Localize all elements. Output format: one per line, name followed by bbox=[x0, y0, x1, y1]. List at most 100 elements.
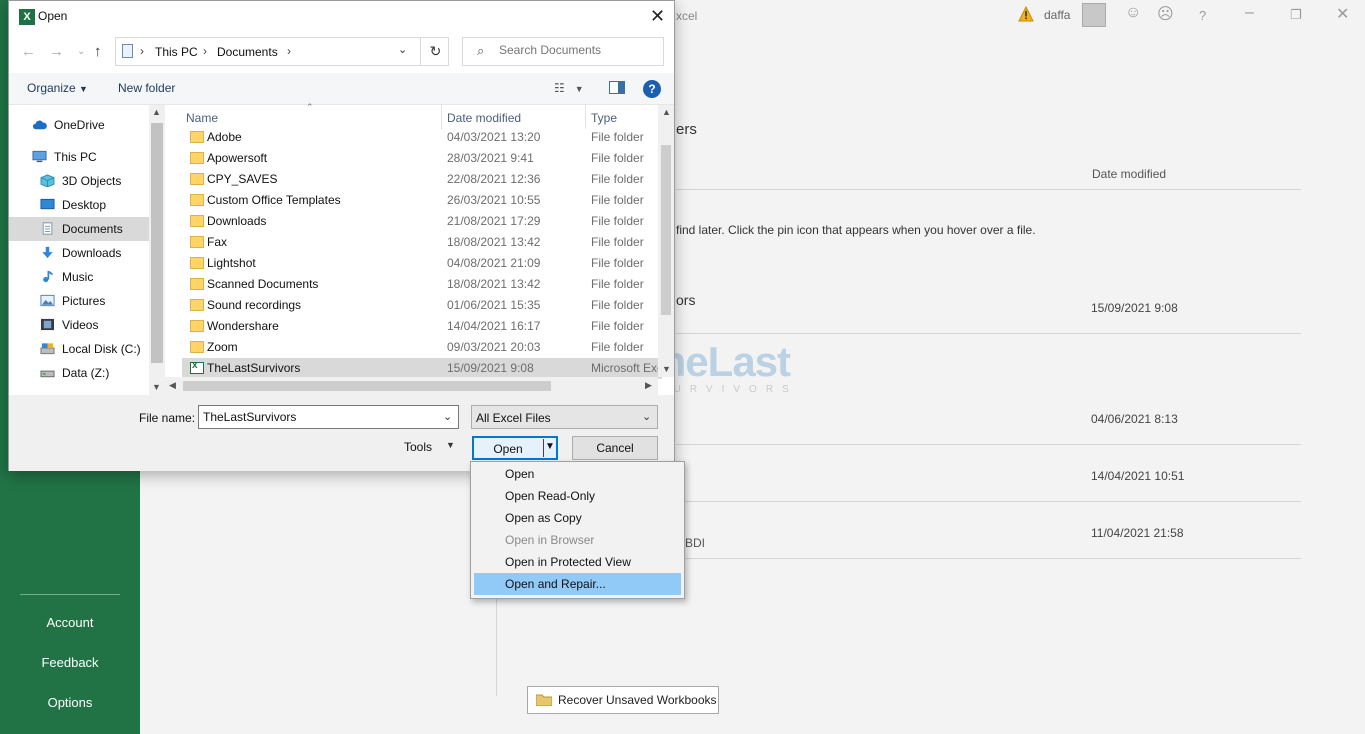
close-icon[interactable]: ✕ bbox=[650, 6, 665, 27]
chevron-down-icon[interactable]: ▼ bbox=[545, 441, 555, 452]
close-icon[interactable]: ✕ bbox=[1336, 4, 1349, 24]
sidebar-item-account[interactable]: Account bbox=[0, 615, 140, 630]
search-input[interactable] bbox=[499, 43, 659, 57]
nav-item-downloads[interactable]: Downloads bbox=[9, 241, 149, 265]
chevron-right-icon[interactable]: › bbox=[140, 44, 144, 58]
open-split-button[interactable]: Open ▼ bbox=[472, 436, 558, 460]
nav-item-data-z[interactable]: Data (Z:) bbox=[9, 361, 149, 385]
cancel-button[interactable]: Cancel bbox=[572, 436, 658, 460]
column-header-date[interactable]: Date modified bbox=[447, 111, 521, 125]
column-separator[interactable] bbox=[585, 105, 586, 129]
sidebar-item-feedback[interactable]: Feedback bbox=[0, 655, 140, 670]
minimize-icon[interactable]: – bbox=[1245, 4, 1254, 22]
chevron-right-icon[interactable]: › bbox=[203, 44, 207, 58]
refresh-icon[interactable]: ↻ bbox=[420, 38, 450, 65]
column-header-name[interactable]: Name bbox=[186, 111, 218, 125]
chevron-down-icon[interactable]: ⌄ bbox=[443, 410, 452, 423]
file-row[interactable]: Lightshot 04/08/2021 21:09 File folder bbox=[182, 253, 662, 274]
menu-item-open-and-repair[interactable]: Open and Repair... bbox=[474, 573, 681, 595]
address-bar[interactable]: › This PC › Documents › ⌄ ↻ bbox=[115, 37, 449, 66]
up-arrow-icon[interactable]: ↑ bbox=[94, 43, 102, 60]
file-row[interactable]: Wondershare 14/04/2021 16:17 File folder bbox=[182, 316, 662, 337]
download-icon bbox=[42, 246, 53, 259]
file-name-combobox[interactable]: ⌄ bbox=[198, 405, 459, 429]
organize-button[interactable]: Organize ▼ bbox=[27, 81, 88, 95]
menu-item-open-read-only[interactable]: Open Read-Only bbox=[474, 485, 681, 507]
nav-item-local-disk-c[interactable]: Local Disk (C:) bbox=[9, 337, 149, 361]
warning-icon[interactable] bbox=[1018, 6, 1034, 22]
nav-item-onedrive[interactable]: OneDrive bbox=[9, 113, 149, 137]
file-row[interactable]: Custom Office Templates 26/03/2021 10:55 F… bbox=[182, 190, 662, 211]
scroll-down-icon[interactable]: ▼ bbox=[152, 382, 161, 392]
scroll-left-icon[interactable]: ◀ bbox=[169, 380, 176, 391]
file-name: Fax bbox=[207, 235, 228, 249]
scroll-right-icon[interactable]: ▶ bbox=[645, 380, 652, 391]
forward-arrow-icon[interactable]: → bbox=[49, 43, 64, 60]
videos-icon bbox=[41, 318, 54, 331]
chevron-right-icon[interactable]: › bbox=[287, 44, 291, 58]
column-header-type[interactable]: Type bbox=[591, 111, 617, 125]
sidebar-divider bbox=[20, 594, 120, 595]
scroll-up-icon[interactable]: ▲ bbox=[662, 107, 671, 117]
nav-item-label: Pictures bbox=[62, 294, 106, 308]
file-row[interactable]: Fax 18/08/2021 13:42 File folder bbox=[182, 232, 662, 253]
file-type: Microsoft Exc bbox=[591, 361, 661, 375]
nav-item-music[interactable]: Music bbox=[9, 265, 149, 289]
scrollbar-thumb[interactable] bbox=[151, 123, 163, 363]
tools-button[interactable]: Tools bbox=[404, 440, 432, 454]
chevron-down-icon[interactable]: ⌄ bbox=[398, 43, 407, 56]
smiley-icon[interactable]: ☺ bbox=[1125, 4, 1141, 22]
breadcrumb-this-pc[interactable]: This PC bbox=[155, 45, 198, 59]
back-arrow-icon[interactable]: ← bbox=[21, 43, 36, 60]
sidebar-item-options[interactable]: Options bbox=[0, 695, 140, 710]
scroll-up-icon[interactable]: ▲ bbox=[152, 107, 161, 117]
menu-item-open-as-copy[interactable]: Open as Copy bbox=[474, 507, 681, 529]
file-row[interactable]: Zoom 09/03/2021 20:03 File folder bbox=[182, 337, 662, 358]
new-folder-button[interactable]: New folder bbox=[118, 81, 175, 95]
open-button-label[interactable]: Open bbox=[473, 442, 543, 456]
column-separator[interactable] bbox=[441, 105, 442, 129]
scrollbar-thumb[interactable] bbox=[183, 381, 551, 391]
nav-item-3d-objects[interactable]: 3D Objects bbox=[9, 169, 149, 193]
nav-item-documents[interactable]: Documents bbox=[9, 217, 149, 241]
scrollbar-thumb[interactable] bbox=[661, 145, 671, 315]
breadcrumb-documents[interactable]: Documents bbox=[217, 45, 278, 59]
frown-icon[interactable]: ☹ bbox=[1157, 4, 1174, 24]
file-type-select[interactable]: All Excel Files ⌄ bbox=[471, 405, 658, 429]
help-icon[interactable]: ? bbox=[643, 80, 661, 98]
file-row[interactable]: Downloads 21/08/2021 17:29 File folder bbox=[182, 211, 662, 232]
recent-locations-icon[interactable]: ⌄ bbox=[77, 46, 85, 57]
preview-pane-icon[interactable] bbox=[609, 81, 625, 94]
chevron-down-icon[interactable]: ▼ bbox=[446, 440, 455, 450]
menu-item-open[interactable]: Open bbox=[474, 463, 681, 485]
recent-file-name[interactable]: ors bbox=[676, 292, 695, 308]
change-view-button[interactable]: ☷ ▼ bbox=[554, 81, 584, 95]
file-list-vertical-scrollbar[interactable]: ▲ ▼ bbox=[658, 105, 674, 377]
file-list-horizontal-scrollbar[interactable]: ◀ ▶ bbox=[165, 377, 658, 395]
avatar[interactable] bbox=[1082, 3, 1106, 27]
search-box[interactable]: ⌕ bbox=[462, 37, 664, 66]
menu-item-label: Open in Browser bbox=[505, 533, 595, 547]
user-name[interactable]: daffa bbox=[1044, 8, 1070, 22]
file-row-selected[interactable]: TheLastSurvivors 15/09/2021 9:08 Microsoft… bbox=[182, 358, 662, 379]
details-view-icon: ☷ bbox=[554, 81, 565, 95]
file-row[interactable]: CPY_SAVES 22/08/2021 12:36 File folder bbox=[182, 169, 662, 190]
scroll-down-icon[interactable]: ▼ bbox=[662, 364, 671, 374]
file-row[interactable]: Adobe 04/03/2021 13:20 File folder bbox=[182, 127, 662, 148]
help-icon[interactable]: ? bbox=[1199, 8, 1206, 23]
nav-item-desktop[interactable]: Desktop bbox=[9, 193, 149, 217]
file-row[interactable]: Scanned Documents 18/08/2021 13:42 File fo… bbox=[182, 274, 662, 295]
nav-item-pictures[interactable]: Pictures bbox=[9, 289, 149, 313]
dialog-titlebar[interactable]: X Open ✕ bbox=[9, 1, 674, 33]
menu-item-open-in-protected-view[interactable]: Open in Protected View bbox=[474, 551, 681, 573]
file-row[interactable]: Sound recordings 01/06/2021 15:35 File fol… bbox=[182, 295, 662, 316]
recover-unsaved-workbooks-button[interactable]: Recover Unsaved Workbooks bbox=[527, 686, 719, 714]
file-name-input[interactable] bbox=[203, 410, 433, 424]
file-row[interactable]: Apowersoft 28/03/2021 9:41 File folder bbox=[182, 148, 662, 169]
divider bbox=[676, 444, 1301, 445]
recent-file-date: 04/06/2021 8:13 bbox=[1091, 412, 1178, 426]
restore-icon[interactable]: ❐ bbox=[1290, 7, 1302, 23]
nav-pane-scrollbar[interactable]: ▲ ▼ bbox=[149, 105, 165, 395]
nav-item-this-pc[interactable]: This PC bbox=[9, 145, 149, 169]
nav-item-videos[interactable]: Videos bbox=[9, 313, 149, 337]
